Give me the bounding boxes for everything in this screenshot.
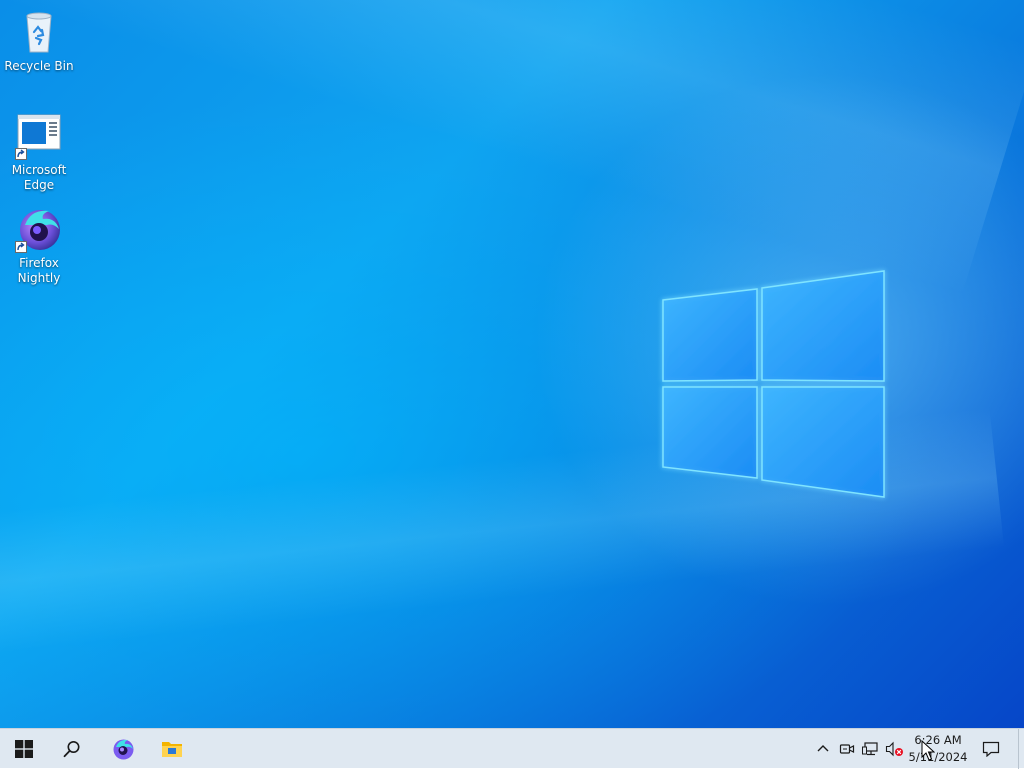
desktop-icon-label: Microsoft Edge <box>11 163 67 192</box>
taskbar-firefox-nightly-button[interactable] <box>99 729 147 769</box>
network-icon <box>862 742 878 756</box>
volume-muted-icon <box>885 741 903 757</box>
desktop[interactable]: Recycle Bin Microsoft Edge Firefox Night… <box>0 0 1024 728</box>
tray-meet-now[interactable] <box>837 739 857 759</box>
clock-date: 5/11/2024 <box>908 750 968 764</box>
shortcut-arrow-icon <box>15 148 27 160</box>
show-desktop-button[interactable] <box>1018 729 1024 769</box>
chevron-up-icon <box>817 745 829 752</box>
desktop-icon-microsoft-edge[interactable]: Microsoft Edge <box>1 112 77 193</box>
desktop-icon-label: Recycle Bin <box>4 59 74 73</box>
tray-overflow-button[interactable] <box>813 739 833 759</box>
clock[interactable]: 6:26 AM 5/11/2024 <box>904 729 972 769</box>
search-button[interactable] <box>48 729 96 769</box>
search-icon <box>63 741 80 758</box>
meet-now-icon <box>839 744 855 754</box>
shortcut-arrow-icon <box>15 241 27 253</box>
tray-volume[interactable] <box>885 739 905 759</box>
desktop-icon-recycle-bin[interactable]: Recycle Bin <box>1 8 77 74</box>
tray-network[interactable] <box>861 739 881 759</box>
edge-shortcut-icon <box>15 112 63 160</box>
action-center-button[interactable] <box>976 729 1006 769</box>
taskbar-file-explorer-button[interactable] <box>148 729 196 769</box>
windows-logo-icon <box>15 740 33 758</box>
desktop-icon-firefox-nightly[interactable]: Firefox Nightly <box>1 205 77 286</box>
firefox-nightly-icon <box>15 205 63 253</box>
action-center-icon <box>982 741 1000 757</box>
clock-time: 6:26 AM <box>914 733 962 747</box>
taskbar: 6:26 AM 5/11/2024 <box>0 728 1024 769</box>
firefox-nightly-icon <box>113 739 134 760</box>
recycle-bin-icon <box>15 8 63 56</box>
wallpaper-windows-logo <box>662 270 885 498</box>
folder-icon <box>162 742 182 757</box>
desktop-icon-label: Firefox Nightly <box>17 256 61 285</box>
start-button[interactable] <box>0 729 48 769</box>
